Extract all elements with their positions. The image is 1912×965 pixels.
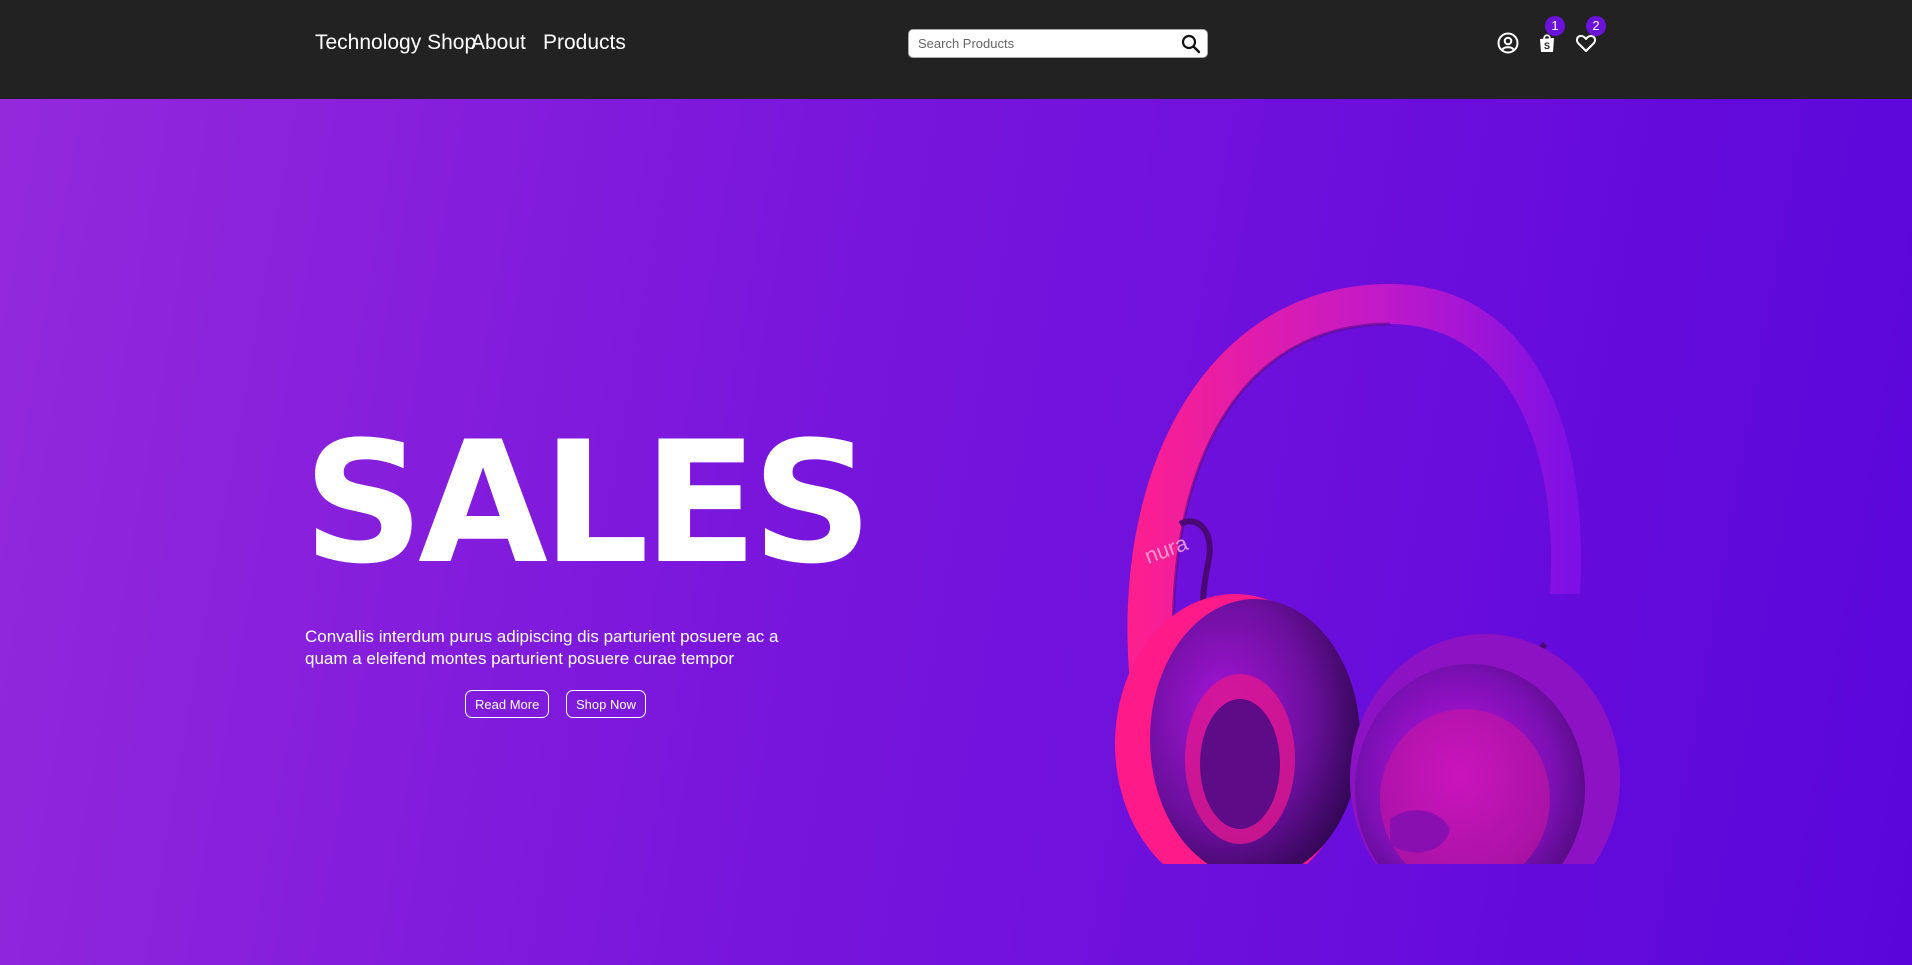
nav-link-about[interactable]: About xyxy=(471,31,526,55)
read-more-button[interactable]: Read More xyxy=(465,690,550,718)
svg-text:S: S xyxy=(1544,41,1550,51)
cart-count-badge: 1 xyxy=(1545,16,1565,36)
hero-banner: SALES Convallis interdum purus adipiscin… xyxy=(0,99,1912,965)
brand-logo-link[interactable]: Technology Shop xyxy=(315,31,476,55)
user-icon[interactable] xyxy=(1496,31,1520,55)
shop-now-button[interactable]: Shop Now xyxy=(566,690,646,718)
wishlist-count-badge: 2 xyxy=(1586,16,1606,36)
top-navbar: Technology Shop About Products S 1 2 xyxy=(0,0,1912,99)
hero-title: SALES xyxy=(303,405,873,601)
hero-description: Convallis interdum purus adipiscing dis … xyxy=(305,627,779,668)
search-bar xyxy=(908,29,1208,58)
headphones-product-image: nura xyxy=(1115,284,1620,864)
nav-link-products[interactable]: Products xyxy=(543,31,626,55)
search-icon[interactable] xyxy=(1181,34,1201,54)
search-input[interactable] xyxy=(909,30,1164,57)
